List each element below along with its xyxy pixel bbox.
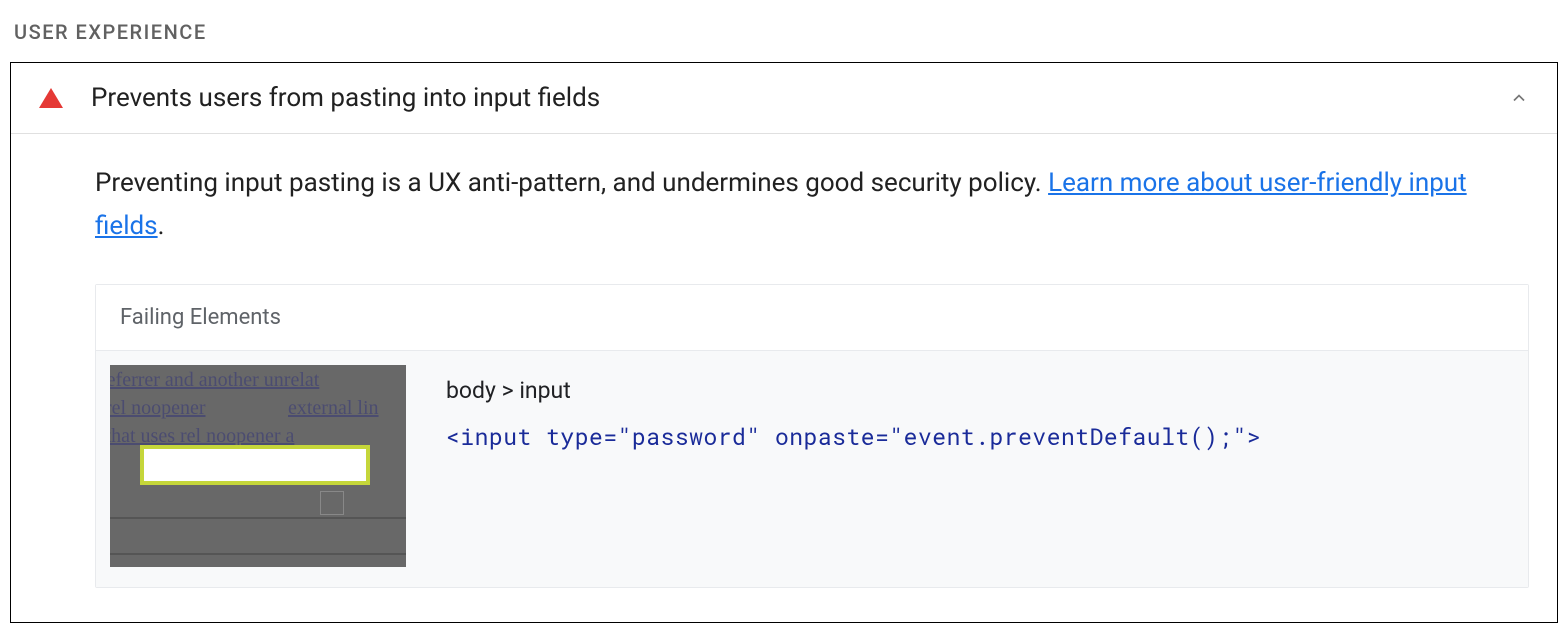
broken-image-icon <box>320 491 344 515</box>
thumb-divider <box>110 517 406 519</box>
audit-description-end: . <box>158 211 165 241</box>
chevron-up-icon[interactable] <box>1509 88 1529 108</box>
element-code: body > input <input type="password" onpa… <box>446 365 1514 567</box>
thumb-divider <box>110 553 406 555</box>
section-heading: USER EXPERIENCE <box>10 20 1558 44</box>
audit-body: Preventing input pasting is a UX anti-pa… <box>11 134 1557 622</box>
element-thumbnail: noreferrer and another unrelat t uses re… <box>110 365 406 567</box>
failing-element-row: noreferrer and another unrelat t uses re… <box>96 351 1528 587</box>
thumb-text-line: noreferrer and another unrelat <box>110 367 319 393</box>
thumb-text-line: external lin <box>288 395 379 421</box>
failing-elements-header: Failing Elements <box>96 285 1528 351</box>
audit-description-text: Preventing input pasting is a UX anti-pa… <box>95 168 1048 198</box>
element-snippet: <input type="password" onpaste="event.pr… <box>446 417 1514 457</box>
audit-summary-row[interactable]: Prevents users from pasting into input f… <box>11 63 1557 134</box>
audit-title: Prevents users from pasting into input f… <box>91 83 1509 113</box>
highlighted-input-icon <box>140 445 370 485</box>
failing-elements-panel: Failing Elements noreferrer and another … <box>95 284 1529 588</box>
audit-description: Preventing input pasting is a UX anti-pa… <box>95 162 1529 248</box>
warning-triangle-icon <box>39 88 63 108</box>
thumb-text-line: t uses rel noopener <box>110 395 206 421</box>
audit-card: Prevents users from pasting into input f… <box>10 62 1558 623</box>
element-selector: body > input <box>446 371 1514 411</box>
